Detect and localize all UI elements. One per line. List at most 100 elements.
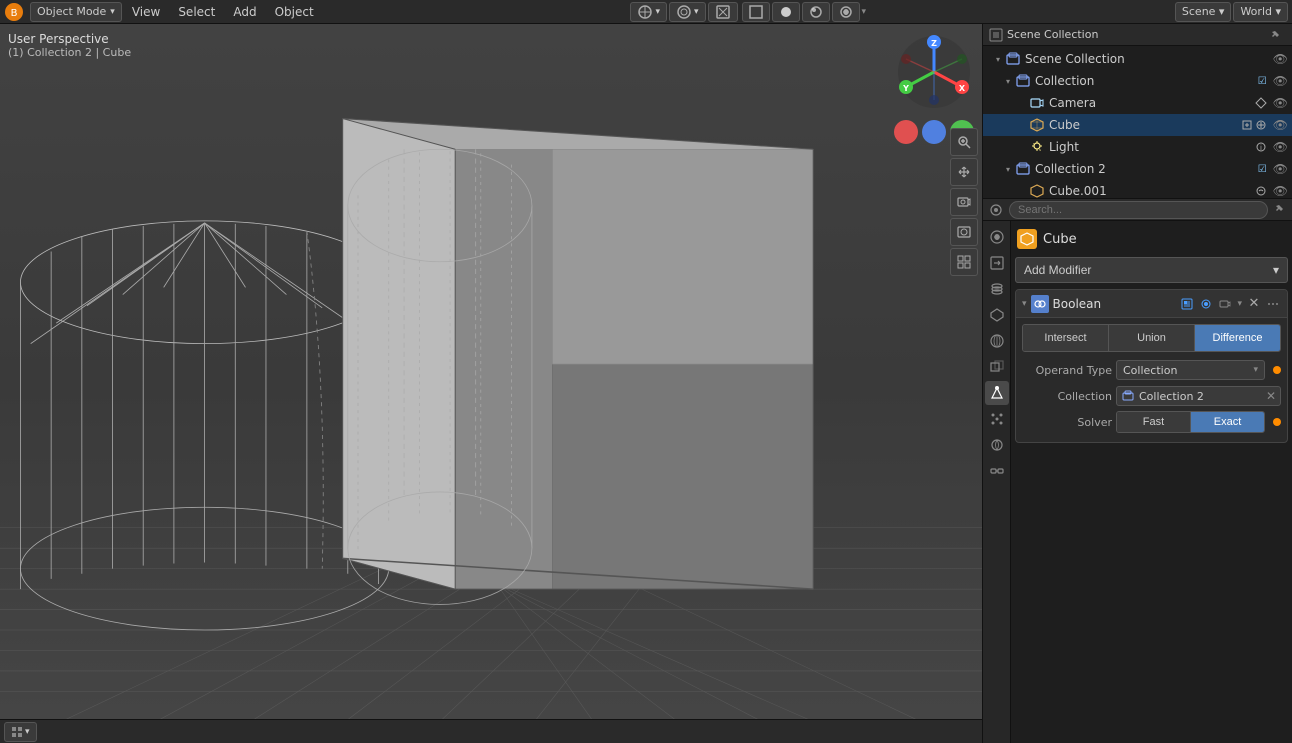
solver-label: Solver: [1022, 416, 1112, 429]
properties-panel: Cube Add Modifier ▾ ▾: [983, 199, 1292, 743]
overlay-btn[interactable]: ▾: [669, 2, 706, 22]
object-name-bar: Cube: [1015, 225, 1288, 253]
modifier-body: Intersect Union Difference Operand Type …: [1016, 318, 1287, 442]
camera-icon: [1029, 95, 1045, 111]
collection2-visibility-icon[interactable]: 👁: [1273, 162, 1288, 176]
collection2-arrow[interactable]: ▾: [1001, 162, 1015, 176]
gizmo-icon: [637, 4, 653, 20]
modifier-camera-icon[interactable]: [1217, 296, 1233, 312]
view-menu[interactable]: View: [124, 3, 168, 21]
scene-visibility-icon[interactable]: 👁: [1273, 52, 1288, 66]
property-icons-bar: [983, 221, 1011, 743]
outline-item-cube001[interactable]: ▶ Cube.001 👁: [983, 180, 1292, 199]
grid-btn[interactable]: [950, 248, 978, 276]
camera-view-btn[interactable]: [950, 188, 978, 216]
viewport-gizmo-btn[interactable]: ▾: [630, 2, 667, 22]
viewport[interactable]: User Perspective (1) Collection 2 | Cube…: [0, 24, 982, 743]
intersect-btn[interactable]: Intersect: [1023, 325, 1109, 351]
outline-item-collection[interactable]: ▾ Collection ☑ 👁: [983, 70, 1292, 92]
properties-search-input[interactable]: [1009, 201, 1268, 219]
wireframe-icon: [749, 5, 763, 19]
cube001-visibility-icon[interactable]: 👁: [1273, 184, 1288, 198]
properties-header: [983, 199, 1292, 221]
camera-constraint-icon: [1255, 97, 1267, 109]
operand-type-label: Operand Type: [1022, 364, 1112, 377]
scene-collection-icon: [1005, 51, 1021, 67]
operand-type-keyframe-dot[interactable]: [1273, 366, 1281, 374]
mod-camera-icon: [1219, 298, 1231, 310]
modifier-options-chevron: ▾: [1237, 299, 1242, 309]
modifier-menu-icon[interactable]: [1265, 296, 1281, 312]
blender-logo-icon[interactable]: B: [4, 2, 24, 22]
collection-row: Collection Collection 2: [1022, 384, 1281, 408]
collection-field[interactable]: Collection 2 ✕: [1116, 386, 1281, 406]
collection-visibility-icon[interactable]: 👁: [1273, 74, 1288, 88]
material-shading-btn[interactable]: [802, 2, 830, 22]
outline-item-cube[interactable]: ▶ Cube: [983, 114, 1292, 136]
difference-btn[interactable]: Difference: [1195, 325, 1280, 351]
particles-props-btn[interactable]: [985, 407, 1009, 431]
xray-btn[interactable]: [708, 2, 738, 22]
render-btn[interactable]: [950, 218, 978, 246]
collection-checkbox-icon[interactable]: ☑: [1258, 76, 1267, 87]
wireframe-shading-btn[interactable]: [742, 2, 770, 22]
operand-type-dropdown[interactable]: Collection ▾: [1116, 360, 1265, 380]
modifier-realtime-icon[interactable]: [1179, 296, 1195, 312]
camera-actions: 👁: [1255, 96, 1288, 110]
top-menubar: B Object Mode ▾ View Select Add Object ▾: [0, 0, 1292, 24]
collection-clear-btn[interactable]: ✕: [1266, 389, 1276, 403]
outline-item-camera[interactable]: ▶ Camera 👁: [983, 92, 1292, 114]
light-visibility-icon[interactable]: 👁: [1273, 140, 1288, 154]
light-actions: i 👁: [1255, 140, 1288, 154]
modifier-expand-arrow[interactable]: ▾: [1022, 299, 1027, 309]
gizmo-svg: Z X Y: [894, 32, 974, 112]
rendered-shading-btn[interactable]: [832, 2, 860, 22]
fast-solver-btn[interactable]: Fast: [1117, 412, 1191, 432]
selected-object-name: Cube: [1043, 232, 1077, 247]
scene-selector[interactable]: Scene ▾: [1175, 2, 1232, 22]
physics-props-btn[interactable]: [985, 433, 1009, 457]
scene-canvas: [0, 24, 982, 743]
union-btn[interactable]: Union: [1109, 325, 1195, 351]
output-props-btn[interactable]: [985, 251, 1009, 275]
cube-visibility-icon[interactable]: 👁: [1273, 118, 1288, 132]
outline-item-collection2[interactable]: ▾ Collection 2 ☑ 👁: [983, 158, 1292, 180]
particles-props-icon: [989, 411, 1005, 427]
zoom-tool-btn[interactable]: [950, 128, 978, 156]
solid-shading-btn[interactable]: [772, 2, 800, 22]
modifier-props-btn[interactable]: [985, 381, 1009, 405]
move-tool-btn[interactable]: [950, 158, 978, 186]
modifier-render-icon[interactable]: [1198, 296, 1214, 312]
scene-collection-label: Scene Collection: [1025, 52, 1269, 66]
properties-pin-icon[interactable]: [1274, 204, 1286, 216]
collection2-checkbox-icon[interactable]: ☑: [1258, 164, 1267, 175]
render-props-btn[interactable]: [985, 225, 1009, 249]
exact-solver-btn[interactable]: Exact: [1191, 412, 1264, 432]
scene-props-btn[interactable]: [985, 303, 1009, 327]
grid-icon: [957, 255, 971, 269]
world-selector[interactable]: World ▾: [1233, 2, 1288, 22]
editor-type-btn[interactable]: ▾: [4, 722, 37, 742]
outline-item-light[interactable]: ▶ Light: [983, 136, 1292, 158]
select-menu[interactable]: Select: [170, 3, 223, 21]
cube001-label: Cube.001: [1049, 184, 1255, 198]
view-layer-btn[interactable]: [985, 277, 1009, 301]
add-menu[interactable]: Add: [225, 3, 264, 21]
light-arrow: ▶: [1015, 140, 1029, 154]
camera-visibility-icon[interactable]: 👁: [1273, 96, 1288, 110]
navigation-gizmo[interactable]: Z X Y: [894, 32, 974, 112]
outline-item-scene-collection[interactable]: ▾ Scene Collection 👁: [983, 48, 1292, 70]
add-modifier-btn[interactable]: Add Modifier ▾: [1015, 257, 1288, 283]
object-props-btn[interactable]: [985, 355, 1009, 379]
solver-keyframe-dot[interactable]: [1273, 418, 1281, 426]
camera-label: Camera: [1049, 96, 1255, 110]
object-menu[interactable]: Object: [267, 3, 322, 21]
constraints-props-icon: [989, 463, 1005, 479]
constraints-props-btn[interactable]: [985, 459, 1009, 483]
object-mode-dropdown[interactable]: Object Mode ▾: [30, 2, 122, 22]
modifier-close-btn[interactable]: ✕: [1246, 296, 1262, 312]
scene-collection-arrow[interactable]: ▾: [991, 52, 1005, 66]
collection-arrow[interactable]: ▾: [1001, 74, 1015, 88]
world-props-btn[interactable]: [985, 329, 1009, 353]
boolean-modifier-icon: [1031, 295, 1049, 313]
